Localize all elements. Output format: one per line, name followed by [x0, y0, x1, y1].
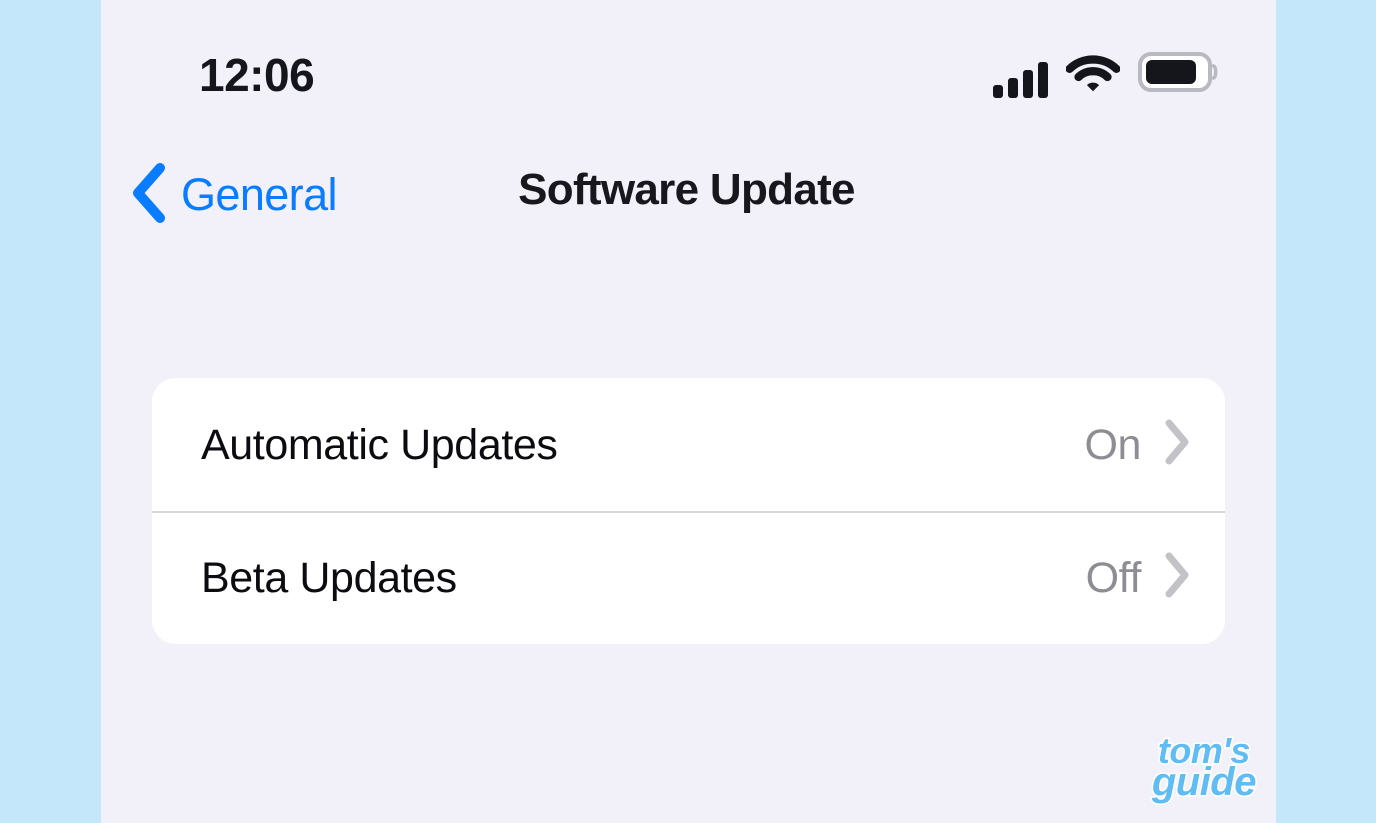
settings-row-value: Off [1085, 553, 1142, 602]
settings-row-label: Beta Updates [201, 553, 457, 602]
signal-bar-4 [1038, 62, 1048, 98]
battery-icon [1138, 52, 1218, 97]
cellular-signal-icon [993, 62, 1048, 98]
toms-guide-watermark: tom's guide [1150, 731, 1258, 804]
chevron-right-icon [1163, 551, 1191, 604]
settings-row-automatic-updates[interactable]: Automatic Updates On [152, 378, 1225, 511]
wifi-icon [1065, 53, 1121, 98]
phone-screen: 12:06 General Software Update Automatic … [101, 0, 1276, 823]
page-title: Software Update [518, 165, 855, 214]
page-canvas: 12:06 General Software Update Automatic … [0, 0, 1376, 823]
settings-row-beta-updates[interactable]: Beta Updates Off [152, 511, 1225, 644]
watermark-line-2: guide [1150, 759, 1258, 804]
signal-bar-1 [993, 85, 1003, 98]
status-bar-icons [993, 50, 1218, 98]
status-bar-time: 12:06 [199, 49, 315, 101]
signal-bar-2 [1008, 78, 1018, 98]
chevron-right-icon [1163, 418, 1191, 471]
settings-row-value: On [1084, 420, 1141, 469]
navigation-bar: General Software Update [101, 140, 1276, 275]
settings-group-card: Automatic Updates On Beta Updates Off [152, 378, 1225, 644]
signal-bar-3 [1023, 70, 1033, 98]
settings-row-label: Automatic Updates [201, 420, 558, 469]
status-bar: 12:06 [101, 0, 1276, 140]
